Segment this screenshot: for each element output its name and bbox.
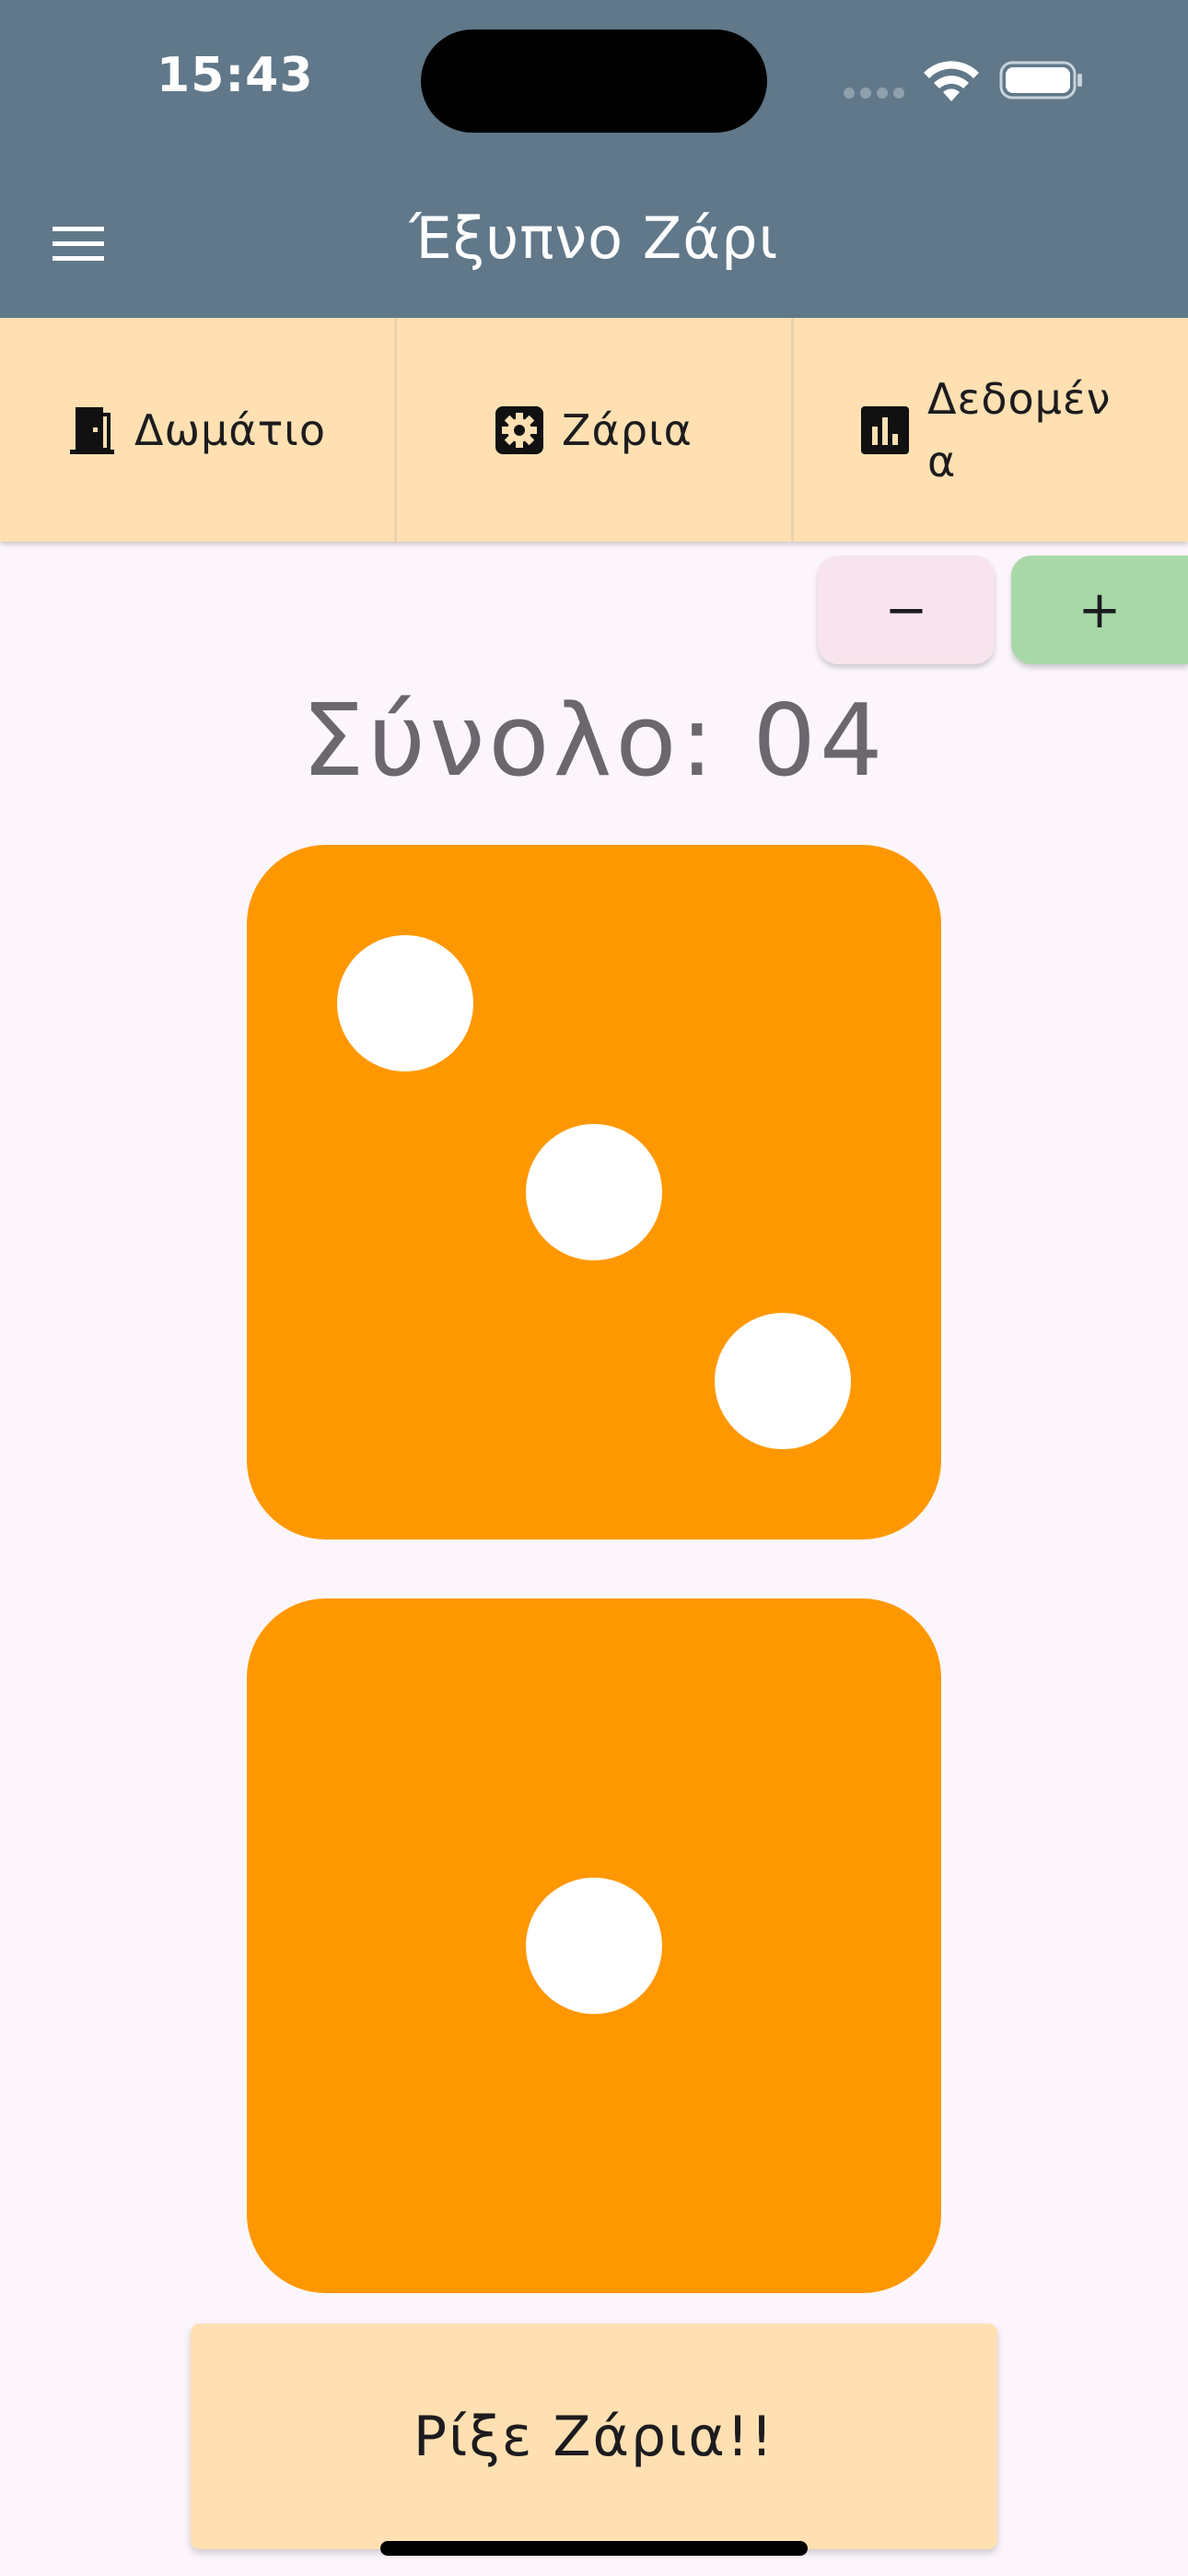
dynamic-island [421, 29, 767, 133]
bar-chart-icon [861, 405, 909, 454]
die-pip [526, 1124, 662, 1260]
tab-room[interactable]: Δωμάτιο [0, 318, 397, 542]
status-time: 15:43 [157, 48, 314, 103]
tab-bar: Δωμάτιο Ζάρια Δεδομένα [0, 318, 1188, 542]
die-2 [247, 1598, 941, 2293]
tab-dice[interactable]: Ζάρια [397, 318, 794, 542]
gear-icon [495, 405, 544, 454]
door-icon [70, 406, 114, 454]
roll-dice-button[interactable]: Ρίξε Ζάρια!! [191, 2324, 997, 2549]
die-pip [337, 935, 473, 1071]
page-title: Έξυπνο Ζάρι [409, 205, 779, 272]
tab-data-label: Δεδομένα [927, 373, 1112, 486]
increase-dice-button[interactable]: + [1011, 556, 1188, 664]
wifi-icon [924, 61, 979, 101]
die-pip [526, 1878, 662, 2014]
decrease-dice-button[interactable]: − [818, 556, 995, 664]
die-1 [247, 845, 941, 1540]
battery-icon [999, 61, 1082, 100]
app-bar: 15:43 Έξυπνο Ζάρι [0, 0, 1188, 318]
die-pip [715, 1313, 851, 1449]
tab-dice-label: Ζάρια [562, 404, 693, 455]
tab-data[interactable]: Δεδομένα [794, 318, 1188, 542]
tab-room-label: Δωμάτιο [134, 404, 326, 455]
cellular-signal-icon [844, 88, 904, 99]
total-label: Σύνολο: 04 [301, 684, 887, 799]
home-indicator [380, 2541, 808, 2556]
